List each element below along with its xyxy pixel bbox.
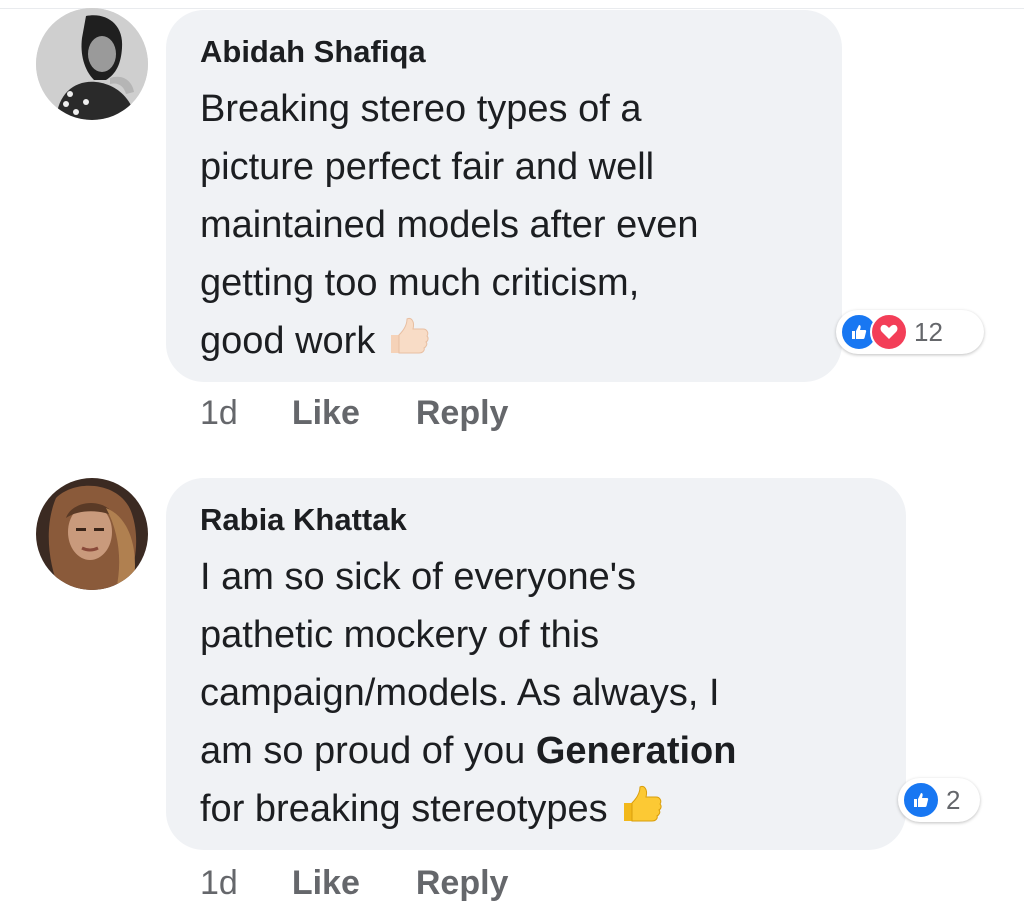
comment-text: I am so sick of everyone's pathetic mock… bbox=[200, 556, 737, 830]
comment-timestamp[interactable]: 1d bbox=[200, 864, 238, 903]
avatar[interactable] bbox=[36, 478, 148, 590]
top-divider bbox=[0, 8, 1024, 9]
reaction-summary[interactable]: 12 bbox=[836, 310, 984, 354]
reply-button[interactable]: Reply bbox=[416, 864, 509, 903]
like-button[interactable]: Like bbox=[292, 394, 360, 433]
comment-actions: 1d Like Reply bbox=[200, 864, 508, 903]
love-icon bbox=[870, 313, 908, 351]
thumbs-up-emoji-icon bbox=[618, 781, 664, 827]
comment-actions: 1d Like Reply bbox=[200, 394, 508, 433]
comment-author[interactable]: Rabia Khattak bbox=[200, 500, 872, 540]
comment-author[interactable]: Abidah Shafiqa bbox=[200, 32, 808, 72]
reaction-count: 2 bbox=[946, 784, 961, 815]
avatar[interactable] bbox=[36, 8, 148, 120]
reaction-count: 12 bbox=[914, 316, 943, 347]
reply-button[interactable]: Reply bbox=[416, 394, 509, 433]
comment-bubble: Abidah Shafiqa Breaking stereo types of … bbox=[166, 10, 842, 382]
reaction-summary[interactable]: 2 bbox=[898, 778, 980, 822]
like-button[interactable]: Like bbox=[292, 864, 360, 903]
comment-bubble: Rabia Khattak I am so sick of everyone's… bbox=[166, 478, 906, 850]
thumbs-up-emoji-icon bbox=[385, 313, 431, 359]
page-mention-link[interactable]: Generation bbox=[536, 730, 737, 772]
comment-timestamp[interactable]: 1d bbox=[200, 394, 238, 433]
like-icon bbox=[902, 781, 940, 819]
comment-text: Breaking stereo types of a picture perfe… bbox=[200, 88, 699, 362]
